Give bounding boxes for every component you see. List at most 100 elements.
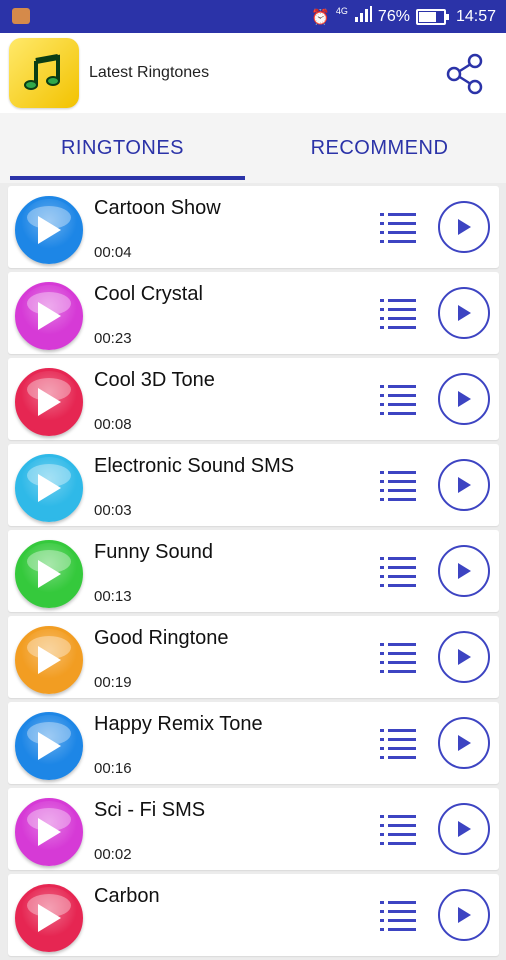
battery-percent: 76% <box>377 7 410 25</box>
tab-bar: RINGTONES RECOMMEND <box>0 113 506 183</box>
share-icon <box>446 53 483 95</box>
ringtone-row[interactable]: Good Ringtone 00:19 <box>8 616 499 698</box>
ringtone-row[interactable]: Electronic Sound SMS 00:03 <box>8 444 499 526</box>
alarm-icon: ⏰ <box>311 8 330 26</box>
list-menu-icon <box>380 729 416 759</box>
play-icon <box>458 219 471 235</box>
ringtone-play-orb-icon[interactable] <box>15 282 83 350</box>
play-triangle-icon <box>38 646 61 674</box>
ringtone-options-button[interactable] <box>380 899 416 931</box>
play-triangle-icon <box>38 474 61 502</box>
play-icon <box>458 477 471 493</box>
ringtone-title: Cool Crystal <box>94 283 203 305</box>
list-menu-icon <box>380 643 416 673</box>
ringtone-row[interactable]: Cool 3D Tone 00:08 <box>8 358 499 440</box>
play-triangle-icon <box>38 302 61 330</box>
ringtone-duration: 00:02 <box>94 846 132 863</box>
list-menu-icon <box>380 471 416 501</box>
ringtone-options-button[interactable] <box>380 727 416 759</box>
app-logo <box>9 38 79 108</box>
active-tab-indicator <box>10 176 245 180</box>
play-button[interactable] <box>438 459 490 511</box>
ringtone-duration: 00:03 <box>94 502 132 519</box>
status-bar: ⏰ 4G 76% 14:57 <box>0 0 506 33</box>
play-button[interactable] <box>438 889 490 941</box>
ringtone-duration: 00:13 <box>94 588 132 605</box>
list-menu-icon <box>380 299 416 329</box>
notification-icon <box>12 8 30 24</box>
app-title: Latest Ringtones <box>89 64 210 81</box>
list-menu-icon <box>380 213 416 243</box>
play-triangle-icon <box>38 388 61 416</box>
ringtone-row[interactable]: Sci - Fi SMS 00:02 <box>8 788 499 870</box>
play-triangle-icon <box>38 904 61 932</box>
tab-ringtones[interactable]: RINGTONES <box>0 113 245 183</box>
ringtone-title: Funny Sound <box>94 541 213 563</box>
ringtone-title: Good Ringtone <box>94 627 229 649</box>
app-bar: Latest Ringtones <box>0 33 506 113</box>
ringtone-options-button[interactable] <box>380 297 416 329</box>
ringtone-play-orb-icon[interactable] <box>15 368 83 436</box>
ringtone-options-button[interactable] <box>380 555 416 587</box>
play-button[interactable] <box>438 373 490 425</box>
play-icon <box>458 563 471 579</box>
play-icon <box>458 649 471 665</box>
ringtone-play-orb-icon[interactable] <box>15 884 83 952</box>
ringtone-title: Cool 3D Tone <box>94 369 215 391</box>
ringtone-options-button[interactable] <box>380 469 416 501</box>
ringtone-play-orb-icon[interactable] <box>15 626 83 694</box>
status-indicators: ⏰ 4G 76% 14:57 <box>311 0 496 33</box>
play-icon <box>458 907 471 923</box>
ringtone-options-button[interactable] <box>380 813 416 845</box>
play-icon <box>458 821 471 837</box>
play-icon <box>458 391 471 407</box>
ringtone-duration: 00:04 <box>94 244 132 261</box>
play-button[interactable] <box>438 631 490 683</box>
network-label: 4G <box>335 5 348 16</box>
play-button[interactable] <box>438 545 490 597</box>
ringtone-row[interactable]: Happy Remix Tone 00:16 <box>8 702 499 784</box>
play-button[interactable] <box>438 717 490 769</box>
ringtone-title: Sci - Fi SMS <box>94 799 206 821</box>
ringtone-row[interactable]: Cartoon Show 00:04 <box>8 186 499 268</box>
ringtone-options-button[interactable] <box>380 211 416 243</box>
play-triangle-icon <box>38 560 61 588</box>
ringtone-play-orb-icon[interactable] <box>15 454 83 522</box>
ringtone-play-orb-icon[interactable] <box>15 712 83 780</box>
play-triangle-icon <box>38 216 61 244</box>
share-button[interactable] <box>444 53 486 95</box>
signal-icon <box>354 6 372 27</box>
list-menu-icon <box>380 901 416 931</box>
ringtone-title: Electronic Sound SMS <box>94 455 295 477</box>
ringtone-title: Cartoon Show <box>94 197 221 219</box>
battery-icon <box>415 8 449 25</box>
list-menu-icon <box>380 557 416 587</box>
ringtone-row[interactable]: Carbon <box>8 874 499 956</box>
ringtone-play-orb-icon[interactable] <box>15 540 83 608</box>
play-triangle-icon <box>38 818 61 846</box>
ringtone-play-orb-icon[interactable] <box>15 798 83 866</box>
play-icon <box>458 305 471 321</box>
ringtone-duration: 00:19 <box>94 674 132 691</box>
ringtone-title: Carbon <box>94 885 160 907</box>
list-menu-icon <box>380 815 416 845</box>
play-button[interactable] <box>438 287 490 339</box>
ringtone-row[interactable]: Cool Crystal 00:23 <box>8 272 499 354</box>
ringtone-duration: 00:23 <box>94 330 132 347</box>
ringtone-title: Happy Remix Tone <box>94 713 263 735</box>
play-icon <box>458 735 471 751</box>
ringtone-duration: 00:08 <box>94 416 132 433</box>
ringtone-play-orb-icon[interactable] <box>15 196 83 264</box>
battery-level <box>418 11 436 22</box>
ringtone-options-button[interactable] <box>380 641 416 673</box>
play-button[interactable] <box>438 803 490 855</box>
play-triangle-icon <box>38 732 61 760</box>
ringtone-duration: 00:16 <box>94 760 132 777</box>
music-note-icon <box>24 54 60 90</box>
list-menu-icon <box>380 385 416 415</box>
play-button[interactable] <box>438 201 490 253</box>
ringtone-row[interactable]: Funny Sound 00:13 <box>8 530 499 612</box>
ringtone-options-button[interactable] <box>380 383 416 415</box>
tab-recommend[interactable]: RECOMMEND <box>253 113 506 183</box>
ringtone-list: Cartoon Show 00:04 Cool Crystal 00:23 Co… <box>8 186 499 960</box>
